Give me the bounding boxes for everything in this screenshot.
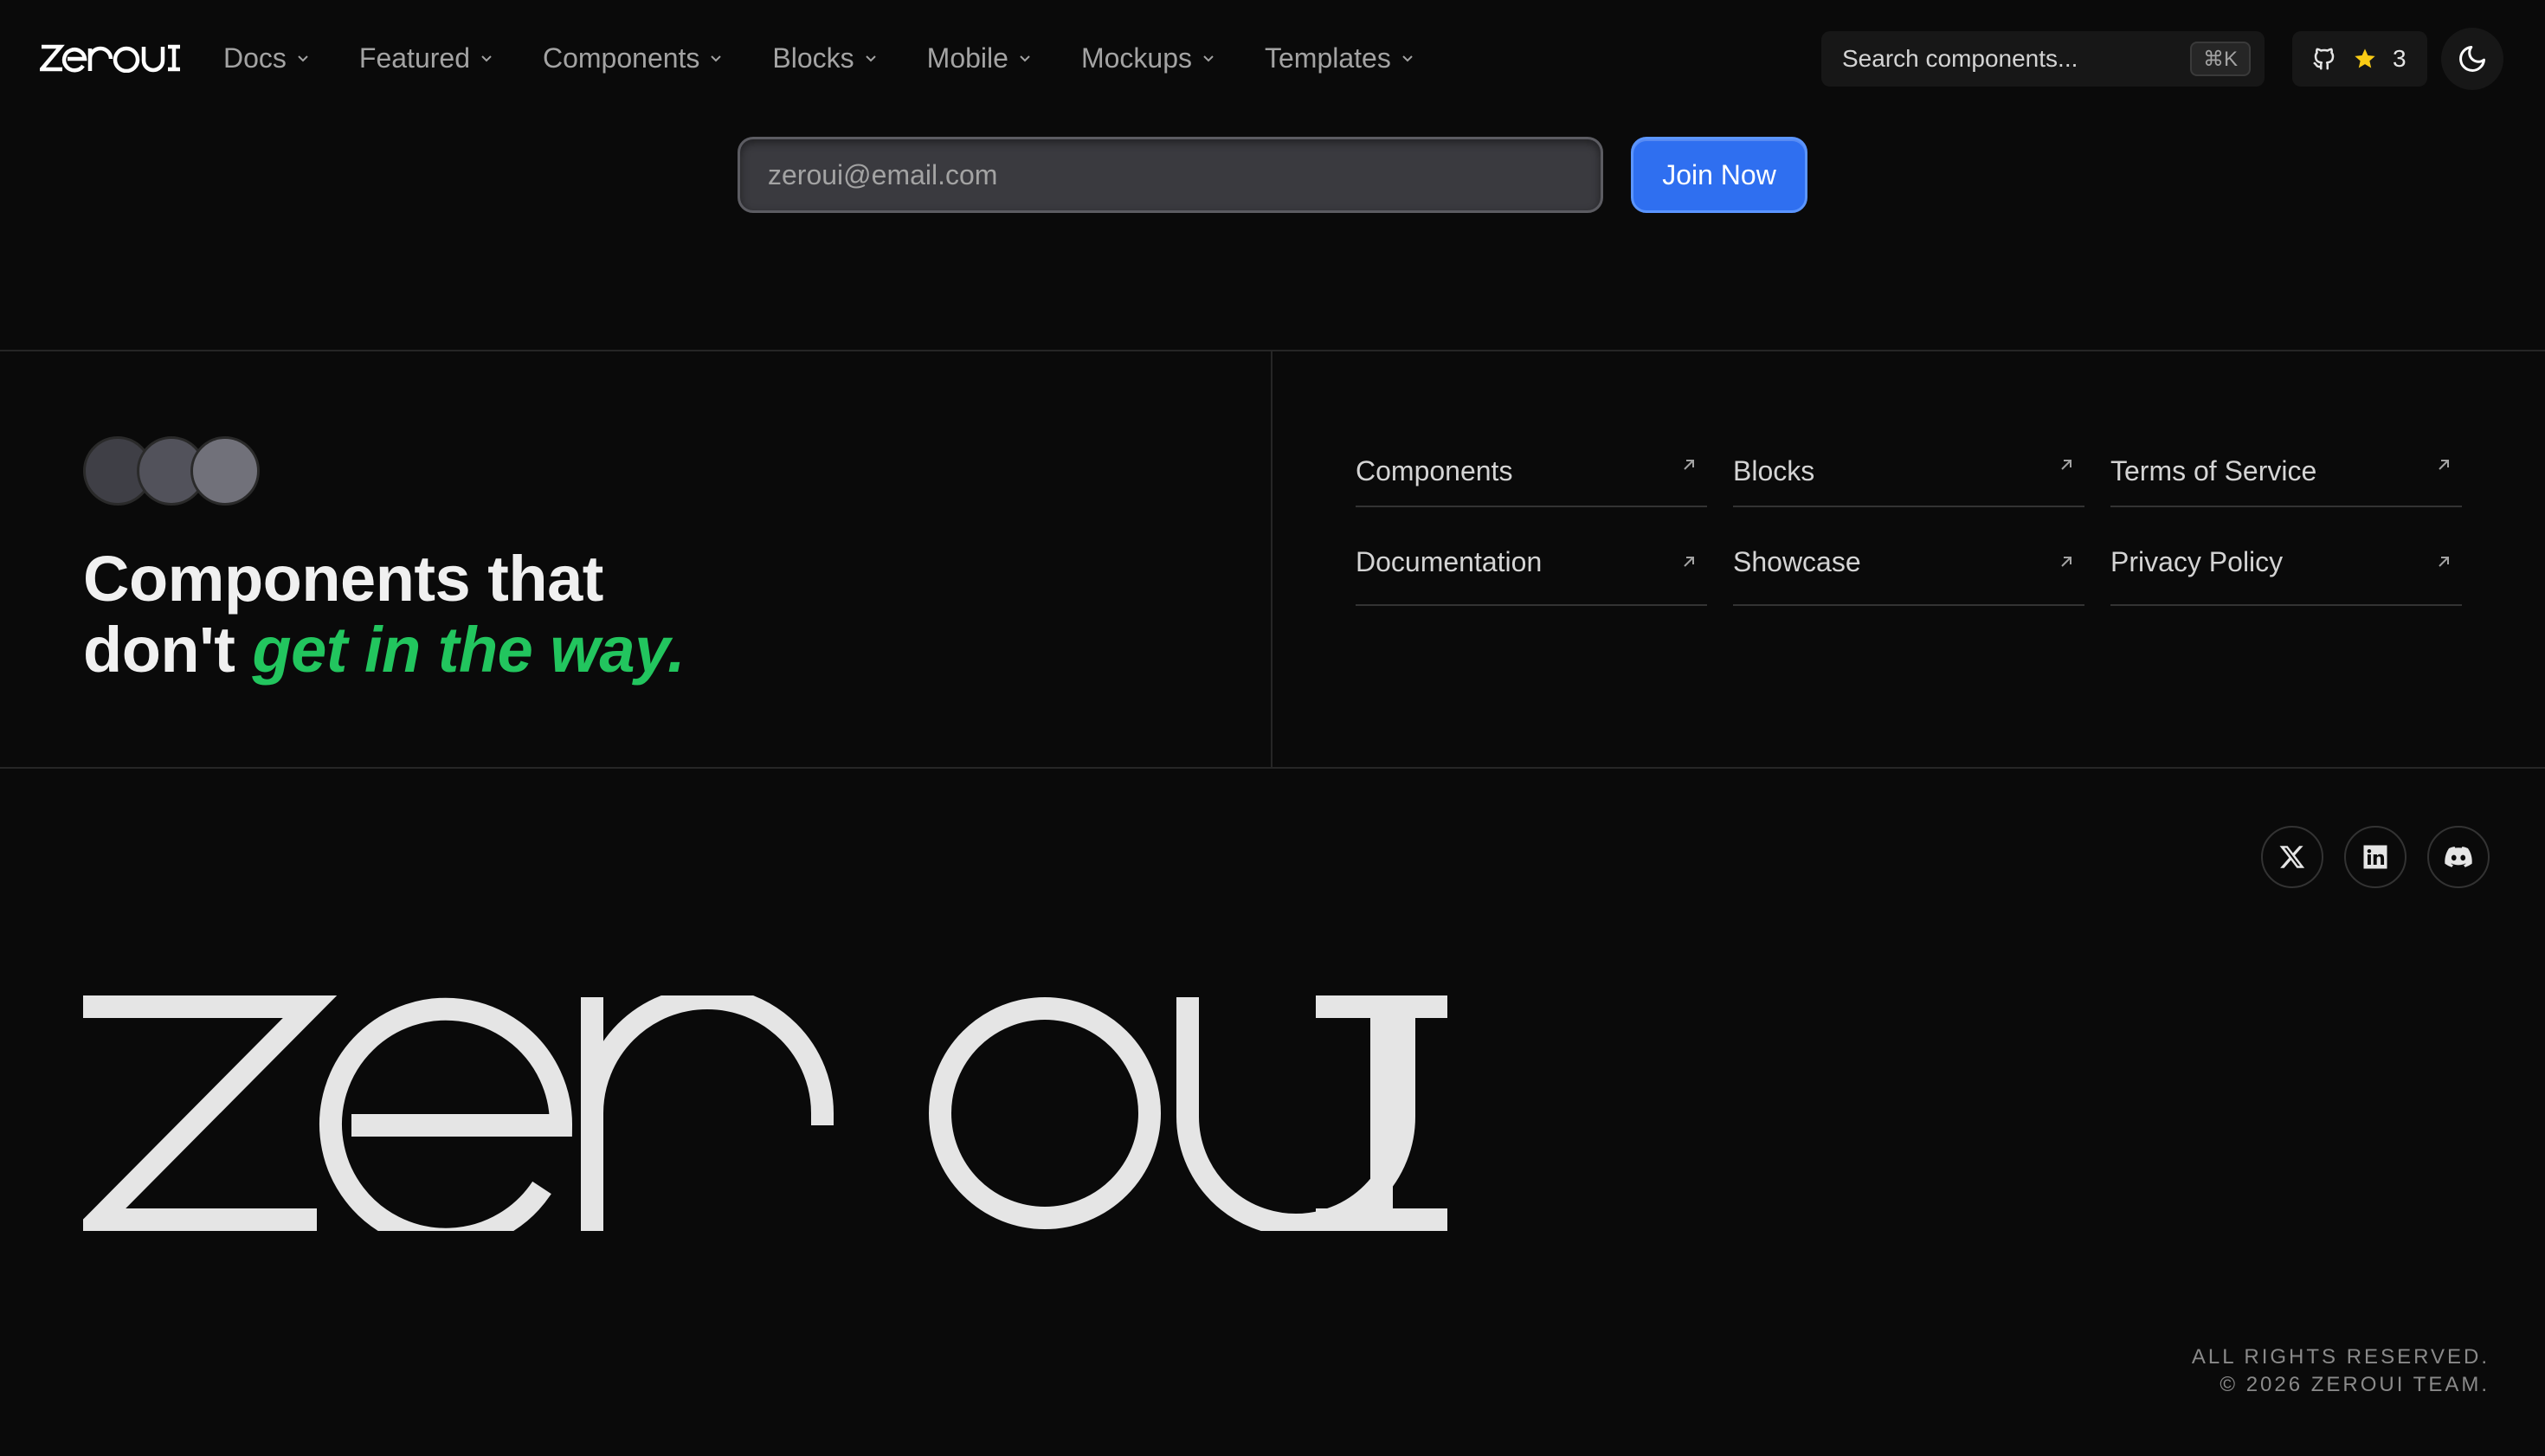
search-placeholder: Search components...: [1842, 45, 2078, 72]
link-label: Terms of Service: [2110, 455, 2317, 486]
page: Docs Featured Components Blocks Mobile M…: [0, 0, 2545, 1456]
nav-item-docs[interactable]: Docs: [223, 33, 311, 83]
arrow-up-right-icon: [2061, 460, 2071, 470]
github-stars-button[interactable]: 3: [2292, 31, 2427, 87]
nav-item-featured[interactable]: Featured: [359, 33, 494, 83]
link-label: Blocks: [1733, 455, 1815, 486]
copyright: ALL RIGHTS RESERVED. © 2026 ZEROUI TEAM.: [2192, 1343, 2490, 1399]
nav-item-label: Blocks: [772, 42, 854, 74]
chevron-down-icon: [1203, 55, 1214, 62]
divider: [0, 350, 2545, 351]
link-label: Showcase: [1733, 545, 1861, 577]
chevron-down-icon: [711, 55, 722, 62]
divider: [1271, 351, 1272, 769]
nav-item-label: Featured: [358, 42, 470, 74]
search-input[interactable]: Search components... ⌘K: [1821, 31, 2265, 87]
tagline-accent: get in the way.: [252, 614, 686, 686]
zeroui-wordmark: [83, 995, 1447, 1231]
link-showcase[interactable]: Showcase: [1733, 507, 2084, 606]
link-label: Components: [1356, 455, 1513, 486]
nav-item-templates[interactable]: Templates: [1265, 33, 1415, 83]
top-nav: Docs Featured Components Blocks Mobile M…: [0, 0, 2545, 116]
nav-item-label: Templates: [1264, 42, 1391, 74]
linkedin-icon: [2363, 845, 2387, 869]
tagline-line2-prefix: don't: [83, 614, 235, 686]
chevron-down-icon: [1402, 55, 1413, 62]
nav-item-mobile[interactable]: Mobile: [927, 33, 1033, 83]
github-icon: [2313, 48, 2335, 70]
arrow-up-right-icon: [2439, 557, 2449, 567]
arrow-up-right-icon: [1684, 557, 1694, 567]
link-components[interactable]: Components: [1356, 440, 1707, 507]
link-privacy-policy[interactable]: Privacy Policy: [2110, 507, 2462, 606]
rights-line1: ALL RIGHTS RESERVED.: [2191, 1345, 2490, 1369]
arrow-up-right-icon: [1684, 460, 1694, 470]
nav-item-components[interactable]: Components: [543, 33, 724, 83]
arrow-up-right-icon: [2439, 460, 2449, 470]
chevron-down-icon: [298, 55, 308, 62]
avatar: [190, 436, 260, 506]
nav-item-mockups[interactable]: Mockups: [1081, 33, 1216, 83]
footer-links: Components Blocks Terms of Service Docum…: [1356, 440, 2462, 606]
divider: [0, 767, 2545, 769]
chevron-down-icon: [481, 55, 492, 62]
x-icon: [2279, 846, 2305, 868]
email-field[interactable]: [738, 137, 1603, 213]
link-terms-of-service[interactable]: Terms of Service: [2110, 440, 2462, 507]
avatar-stack: [83, 436, 265, 506]
zeroui-logo[interactable]: [40, 43, 180, 73]
link-blocks[interactable]: Blocks: [1733, 440, 2084, 507]
nav-item-blocks[interactable]: Blocks: [772, 33, 878, 83]
nav-item-label: Components: [542, 42, 700, 74]
chevron-down-icon: [1020, 55, 1030, 62]
link-label: Privacy Policy: [2110, 545, 2284, 577]
nav-item-label: Mockups: [1080, 42, 1192, 74]
tagline: Components that don't get in the way.: [83, 544, 1122, 686]
tagline-line1: Components that: [83, 543, 603, 615]
moon-icon: [2459, 46, 2485, 72]
link-label: Documentation: [1356, 545, 1543, 577]
arrow-up-right-icon: [2061, 557, 2071, 567]
x-link[interactable]: [2261, 826, 2323, 888]
star-count: 3: [2393, 45, 2406, 72]
discord-link[interactable]: [2427, 826, 2490, 888]
join-now-button[interactable]: Join Now: [1631, 137, 1807, 213]
theme-toggle-button[interactable]: [2441, 28, 2503, 90]
discord-icon: [2445, 847, 2472, 867]
rights-line2: © 2026 ZEROUI TEAM.: [2220, 1373, 2490, 1396]
linkedin-link[interactable]: [2344, 826, 2406, 888]
link-documentation[interactable]: Documentation: [1356, 507, 1707, 606]
star-icon: [2355, 48, 2375, 68]
main-menu: Docs Featured Components Blocks Mobile M…: [223, 33, 1464, 83]
nav-item-label: Mobile: [926, 42, 1008, 74]
chevron-down-icon: [865, 55, 876, 62]
nav-item-label: Docs: [223, 42, 287, 74]
shortcut-badge: ⌘K: [2190, 42, 2251, 76]
